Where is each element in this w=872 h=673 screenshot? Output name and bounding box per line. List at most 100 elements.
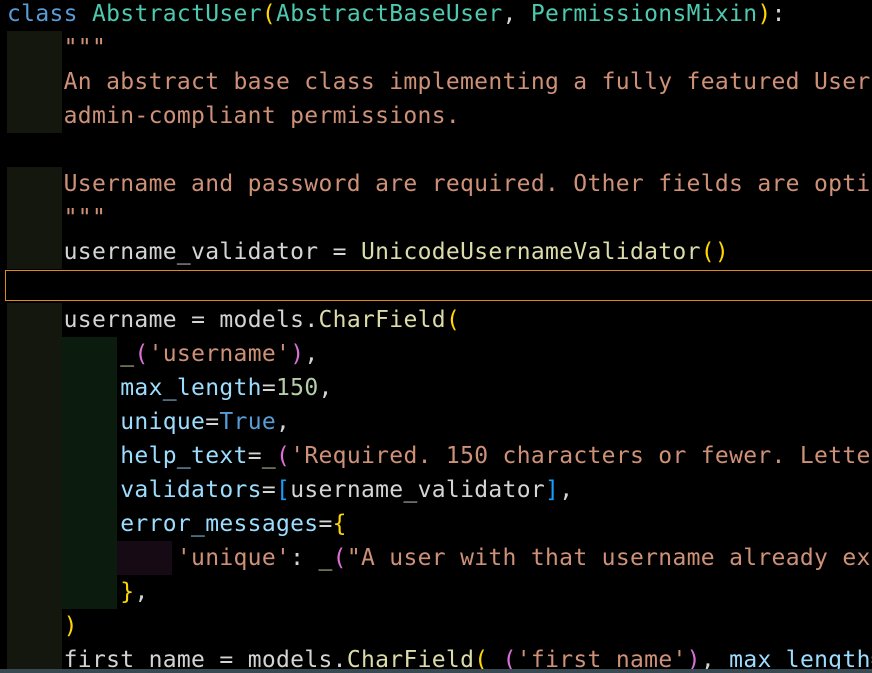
code-token: = xyxy=(205,409,220,435)
code-line[interactable]: An abstract base class implementing a fu… xyxy=(0,65,872,99)
code-token: = xyxy=(247,443,262,469)
code-token: _ xyxy=(261,443,277,469)
code-text: Username and password are required. Othe… xyxy=(7,167,872,201)
code-token: = xyxy=(176,307,220,333)
code-line[interactable]: unique=True, xyxy=(0,405,872,439)
code-text: """ xyxy=(7,201,106,235)
code-token: } xyxy=(120,579,135,605)
code-token: ] xyxy=(545,477,560,503)
code-token: models xyxy=(219,307,305,333)
code-token: , xyxy=(304,341,319,367)
code-line[interactable]: validators=[username_validator], xyxy=(0,473,872,507)
code-token: , xyxy=(134,579,149,605)
code-token: AbstractUser xyxy=(91,1,262,27)
code-token: ( xyxy=(261,1,277,27)
code-text: error_messages={ xyxy=(7,507,347,541)
code-editor[interactable]: class AbstractUser(AbstractBaseUser, Per… xyxy=(0,0,872,673)
code-line[interactable]: help_text=_('Required. 150 characters or… xyxy=(0,439,872,473)
code-token: admin-compliant permissions. xyxy=(7,103,461,129)
code-line[interactable]: admin-compliant permissions. xyxy=(0,99,872,133)
code-line[interactable] xyxy=(0,133,872,167)
code-token: ( xyxy=(332,545,347,571)
code-line[interactable]: max_length=150, xyxy=(0,371,872,405)
code-line[interactable]: """ xyxy=(0,201,872,235)
code-token: , xyxy=(502,1,531,27)
code-line[interactable]: username = models.CharField( xyxy=(0,303,872,337)
code-text: """ xyxy=(7,31,106,65)
code-line[interactable]: ) xyxy=(0,609,872,643)
code-text: help_text=_('Required. 150 characters or… xyxy=(7,439,872,473)
code-text: 'unique': _("A user with that username a… xyxy=(7,541,872,575)
code-token: _ xyxy=(318,545,333,571)
code-text: An abstract base class implementing a fu… xyxy=(7,65,872,99)
code-text: username_validator = UnicodeUsernameVali… xyxy=(7,235,729,269)
code-token: 'username' xyxy=(148,341,291,367)
code-token: . xyxy=(304,307,319,333)
code-token: 'unique' xyxy=(176,545,291,571)
code-token: = xyxy=(318,511,333,537)
code-line[interactable]: _('username'), xyxy=(0,337,872,371)
code-text: unique=True, xyxy=(7,405,290,439)
code-token: class xyxy=(7,1,78,27)
code-token: AbstractBaseUser xyxy=(276,1,503,27)
code-token: username xyxy=(63,307,177,333)
code-token: username_validator xyxy=(290,477,546,503)
code-token: = xyxy=(261,375,277,401)
code-line[interactable]: username_validator = UnicodeUsernameVali… xyxy=(0,235,872,269)
code-line[interactable]: error_messages={ xyxy=(0,507,872,541)
code-line[interactable]: 'unique': _("A user with that username a… xyxy=(0,541,872,575)
code-token: PermissionsMixin xyxy=(530,1,758,27)
code-token: True xyxy=(219,409,277,435)
code-token: ( xyxy=(134,341,149,367)
code-token: = xyxy=(318,239,361,265)
code-token: error_messages xyxy=(120,511,319,537)
code-line[interactable]: Username and password are required. Othe… xyxy=(0,167,872,201)
code-token: 'Required. 150 characters or fewer. Lett… xyxy=(290,443,872,469)
code-token: : xyxy=(771,1,786,27)
code-text: ) xyxy=(7,609,78,643)
code-token: () xyxy=(700,239,730,265)
code-token: validators xyxy=(120,477,262,503)
code-token: ( xyxy=(276,443,291,469)
code-token: , xyxy=(276,409,291,435)
code-token: ) xyxy=(63,613,78,639)
code-text: username = models.CharField( xyxy=(7,303,460,337)
code-line[interactable]: }, xyxy=(0,575,872,609)
code-text: validators=[username_validator], xyxy=(7,473,573,507)
code-token: ) xyxy=(757,1,772,27)
code-token: ) xyxy=(290,341,305,367)
code-token: max_length xyxy=(120,375,262,401)
code-token: { xyxy=(332,511,347,537)
code-text: max_length=150, xyxy=(7,371,333,405)
code-token: "A user with that username already exist… xyxy=(346,545,872,571)
code-token: username_validator xyxy=(63,239,319,265)
code-text: admin-compliant permissions. xyxy=(7,99,460,133)
code-token: , xyxy=(559,477,574,503)
code-text: _('username'), xyxy=(7,337,319,371)
code-token: : xyxy=(290,545,319,571)
current-line-highlight xyxy=(5,270,872,301)
code-token: An abstract base class implementing a fu… xyxy=(63,69,871,95)
horizontal-scrollbar[interactable] xyxy=(0,669,872,673)
code-token: ( xyxy=(445,307,461,333)
code-token: 150 xyxy=(276,375,319,401)
code-text: }, xyxy=(7,575,149,609)
code-token: _ xyxy=(120,341,135,367)
code-line[interactable]: """ xyxy=(0,31,872,65)
code-line[interactable]: class AbstractUser(AbstractBaseUser, Per… xyxy=(0,0,872,31)
code-token: help_text xyxy=(120,443,248,469)
code-token: UnicodeUsernameValidator xyxy=(360,239,701,265)
code-token: unique xyxy=(120,409,206,435)
code-token: """ xyxy=(7,205,107,231)
code-token: = xyxy=(261,477,277,503)
